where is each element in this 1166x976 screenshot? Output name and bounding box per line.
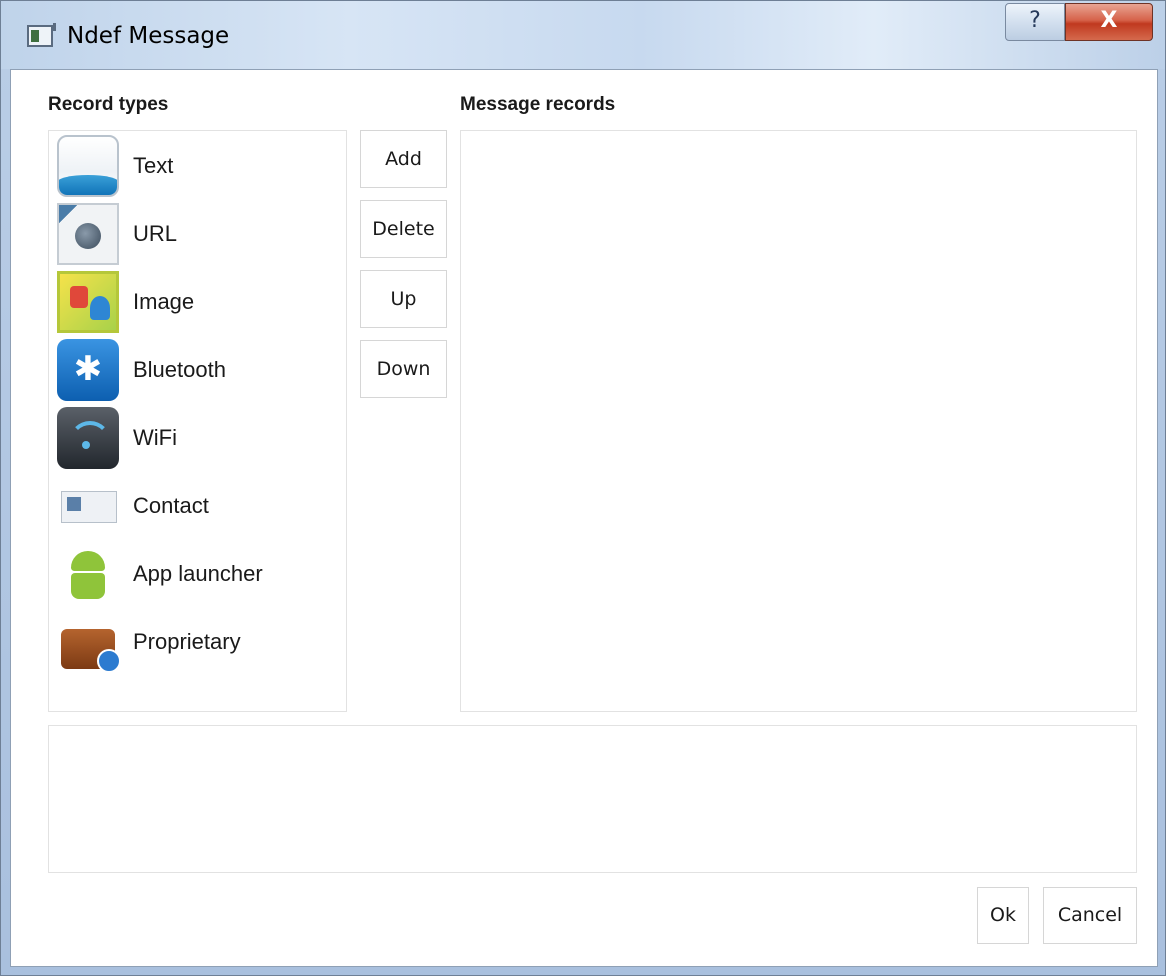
record-detail-panel[interactable] bbox=[48, 725, 1137, 873]
window-title: Ndef Message bbox=[67, 23, 230, 49]
message-records-list[interactable] bbox=[460, 130, 1137, 712]
record-type-contact[interactable]: Contact bbox=[57, 475, 337, 537]
record-types-heading: Record types bbox=[48, 94, 169, 115]
record-type-wifi[interactable]: WiFi bbox=[57, 407, 337, 469]
ndef-message-dialog: Ndef Message ? X Record types Message re… bbox=[0, 0, 1166, 976]
add-button[interactable]: Add bbox=[360, 130, 447, 188]
image-picture-icon bbox=[57, 271, 119, 333]
window-app-icon bbox=[27, 23, 56, 47]
record-type-label: Bluetooth bbox=[133, 357, 226, 382]
dialog-client-area: Record types Message records Text URL Im… bbox=[10, 69, 1158, 967]
record-type-label: App launcher bbox=[133, 561, 263, 586]
record-type-label: Text bbox=[133, 153, 174, 178]
record-type-label: Proprietary bbox=[133, 629, 241, 654]
android-icon bbox=[57, 543, 119, 605]
text-document-icon bbox=[57, 135, 119, 197]
wifi-icon bbox=[57, 407, 119, 469]
cancel-button[interactable]: Cancel bbox=[1043, 887, 1137, 944]
record-types-list[interactable]: Text URL Image ✱ Bluetooth WiFi Contact bbox=[48, 130, 347, 712]
record-type-app-launcher[interactable]: App launcher bbox=[57, 543, 337, 605]
record-type-proprietary[interactable]: Proprietary bbox=[57, 611, 337, 673]
record-type-image[interactable]: Image bbox=[57, 271, 337, 333]
up-button[interactable]: Up bbox=[360, 270, 447, 328]
record-type-label: WiFi bbox=[133, 425, 177, 450]
ok-button[interactable]: Ok bbox=[977, 887, 1029, 944]
record-type-text[interactable]: Text bbox=[57, 135, 337, 197]
delete-button[interactable]: Delete bbox=[360, 200, 447, 258]
bluetooth-icon: ✱ bbox=[57, 339, 119, 401]
message-records-heading: Message records bbox=[460, 94, 616, 115]
record-type-label: URL bbox=[133, 221, 178, 246]
record-type-label: Image bbox=[133, 289, 195, 314]
help-button[interactable]: ? bbox=[1005, 3, 1065, 41]
down-button[interactable]: Down bbox=[360, 340, 447, 398]
record-type-label: Contact bbox=[133, 493, 209, 518]
close-button[interactable]: X bbox=[1065, 3, 1153, 41]
url-globe-icon bbox=[57, 203, 119, 265]
record-type-url[interactable]: URL bbox=[57, 203, 337, 265]
title-bar[interactable]: Ndef Message ? X bbox=[1, 1, 1165, 69]
record-type-bluetooth[interactable]: ✱ Bluetooth bbox=[57, 339, 337, 401]
contact-card-icon bbox=[57, 475, 119, 537]
briefcase-info-icon bbox=[57, 611, 121, 673]
